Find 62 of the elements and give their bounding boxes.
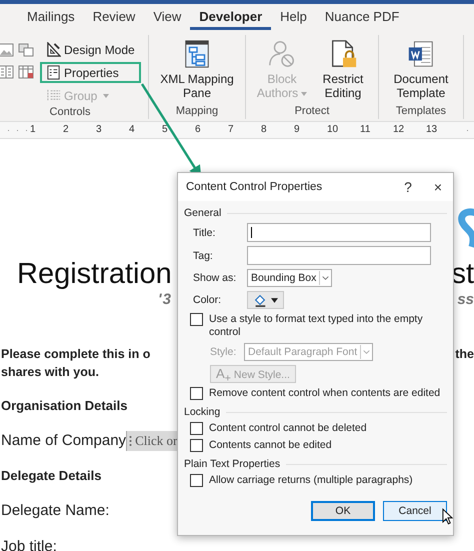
section-label: Locking	[184, 406, 220, 418]
document-title: Registration	[17, 257, 172, 291]
chevron-down-icon	[319, 271, 332, 285]
close-button[interactable]: ×	[423, 175, 453, 199]
title-field[interactable]	[247, 223, 431, 242]
intro-text: Please complete this in o	[1, 346, 150, 363]
ribbon-tab[interactable]: Review	[84, 7, 144, 30]
intro-text: the	[455, 346, 474, 363]
grid-icon[interactable]	[18, 65, 34, 79]
checkbox-option[interactable]: Remove content control when contents are edited	[184, 387, 447, 400]
document-subtitle: ss	[457, 291, 474, 309]
columns-icon[interactable]	[0, 65, 14, 79]
paint-bucket-icon	[253, 293, 267, 307]
triangle-ruler-icon	[46, 42, 61, 57]
field-label: Job title:	[1, 538, 57, 551]
section-heading: Delegate Details	[1, 468, 102, 483]
dialog-button[interactable]: OK	[311, 501, 375, 521]
ribbon-tab[interactable]: Help	[271, 7, 316, 30]
ribbon-command[interactable]: Properties	[40, 62, 141, 83]
checkbox-option[interactable]: Use a style to format text typed into the empty control	[184, 313, 447, 339]
field-label: Delegate Name:	[1, 502, 110, 519]
field-label: Style:	[210, 346, 238, 358]
section-heading: Organisation Details	[1, 398, 128, 413]
help-button[interactable]: ?	[393, 175, 423, 199]
properties-icon	[46, 65, 61, 80]
checkbox-option[interactable]: Allow carriage returns (multiple paragraphs)	[184, 474, 447, 487]
ribbon-button[interactable]: Restrict Editing	[316, 39, 370, 100]
intro-text: shares with you.	[1, 364, 99, 381]
dialog-button[interactable]: Cancel	[383, 501, 447, 521]
dialog-title: Content Control Properties	[186, 181, 324, 193]
group-icon	[46, 88, 61, 103]
document-title: st	[451, 257, 474, 291]
color-picker-button[interactable]	[247, 291, 284, 309]
ribbon-tab[interactable]: Mailings	[18, 7, 84, 30]
tag-field[interactable]	[247, 246, 431, 265]
field-label: Color:	[193, 294, 222, 306]
ribbon-command[interactable]: Design Mode	[40, 39, 141, 60]
ribbon-tab[interactable]: Nuance PDF	[316, 7, 408, 30]
ribbon-tab[interactable]: Developer	[190, 7, 272, 30]
chevron-down-icon	[360, 345, 372, 359]
drag-handle-icon	[129, 435, 132, 447]
checkbox-option[interactable]: Contents cannot be edited	[184, 439, 447, 452]
group-label: Templates	[394, 105, 448, 117]
caret-icon	[271, 298, 278, 302]
field-label: Name of Company	[1, 431, 126, 451]
group-label: Mapping	[174, 105, 220, 117]
person-block-icon	[267, 39, 297, 69]
blocks-icon[interactable]	[18, 43, 34, 57]
group-label: Controls	[48, 106, 92, 118]
section-label: Plain Text Properties	[184, 458, 280, 470]
checkbox-option[interactable]: Content control cannot be deleted	[184, 422, 447, 435]
field-label: Title:	[193, 226, 216, 238]
section-label: General	[184, 207, 222, 219]
field-label: Tag:	[193, 250, 214, 262]
image-icon[interactable]	[0, 43, 14, 57]
ribbon-button[interactable]: Document Template	[387, 39, 455, 100]
ribbon-tab[interactable]: View	[144, 7, 190, 30]
document-subtitle: '3	[158, 291, 172, 309]
show-as-dropdown[interactable]: Bounding Box	[247, 269, 332, 287]
field-label: Show as:	[193, 272, 238, 284]
ribbon-button[interactable]: XML Mapping Pane	[157, 39, 237, 100]
group-label: Protect	[294, 105, 330, 117]
